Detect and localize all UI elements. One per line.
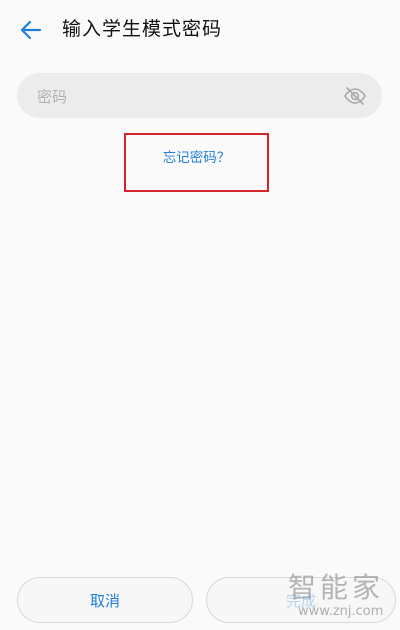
password-field[interactable]	[17, 73, 382, 120]
cancel-button[interactable]: 取消	[17, 577, 193, 623]
arrow-left-icon	[20, 20, 42, 40]
header: 输入学生模式密码	[0, 0, 400, 58]
visibility-toggle-button[interactable]	[342, 83, 368, 109]
forgot-password-link[interactable]: 忘记密码？	[124, 146, 269, 166]
back-button[interactable]	[14, 13, 48, 47]
done-button[interactable]: 完成	[206, 577, 396, 623]
eye-off-icon	[344, 87, 366, 105]
password-input[interactable]	[35, 73, 339, 120]
page-title: 输入学生模式密码	[62, 18, 223, 40]
